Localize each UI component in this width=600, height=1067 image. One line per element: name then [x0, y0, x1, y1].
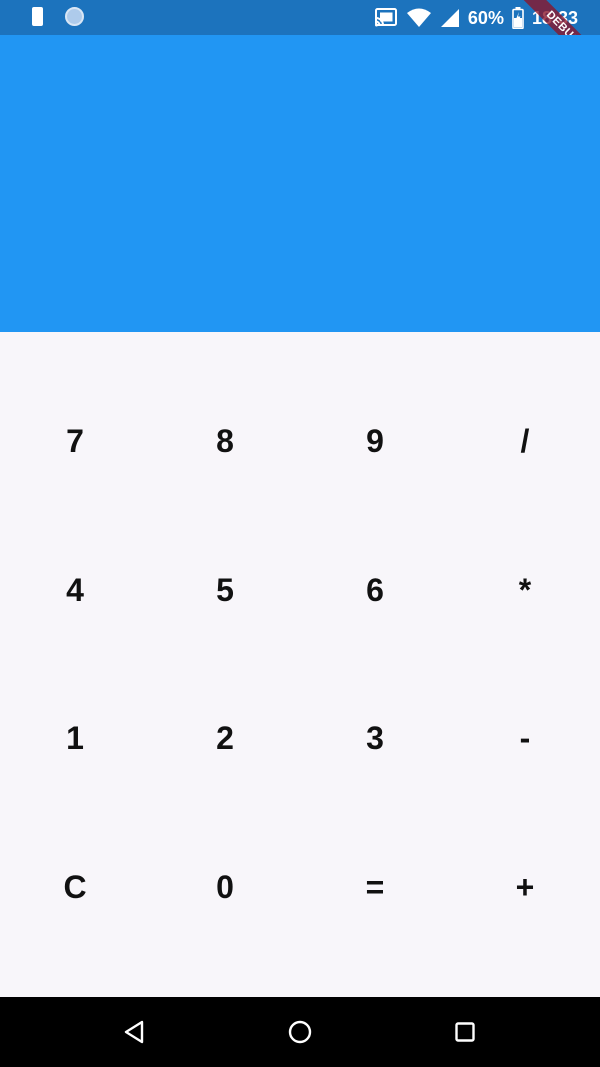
battery-charging-icon	[512, 7, 524, 29]
digit-0-button[interactable]: 0	[150, 813, 300, 962]
clock: 18:33	[531, 8, 578, 28]
status-bar-system: 60% 18:33	[374, 6, 578, 30]
home-icon[interactable]	[285, 1017, 315, 1047]
digit-3-button[interactable]: 3	[300, 665, 450, 814]
digit-7-button[interactable]: 7	[0, 368, 150, 517]
digit-8-button[interactable]: 8	[150, 368, 300, 517]
digit-4-button[interactable]: 4	[0, 516, 150, 665]
digit-2-button[interactable]: 2	[150, 665, 300, 814]
keypad: 7 8 9/ 4 5 6 * 1 2 3- C 0 = +	[0, 332, 600, 997]
add-button[interactable]: +	[450, 813, 600, 962]
back-icon[interactable]	[119, 1017, 149, 1047]
navigation-bar	[0, 997, 600, 1067]
multiply-button[interactable]: *	[450, 516, 600, 665]
digit-5-button[interactable]: 5	[150, 516, 300, 665]
clear-button[interactable]: C	[0, 813, 150, 962]
subtract-button[interactable]: -	[450, 665, 600, 814]
wifi-icon	[406, 8, 431, 27]
digit-1-button[interactable]: 1	[0, 665, 150, 814]
cell-signal-icon	[440, 9, 459, 27]
battery-percent: 60%	[467, 8, 504, 28]
digit-6-button[interactable]: 6	[300, 516, 450, 665]
status-bar: 60% 18:33	[0, 0, 600, 35]
calculator-display	[0, 35, 600, 332]
sim-card-icon	[32, 7, 43, 26]
circle-notification-icon	[65, 7, 84, 26]
digit-9-button[interactable]: 9	[300, 368, 450, 517]
equals-button[interactable]: =	[300, 813, 450, 962]
recents-icon[interactable]	[450, 1017, 480, 1047]
divide-button[interactable]: /	[450, 368, 600, 517]
cast-icon	[374, 8, 397, 27]
status-bar-notifications	[32, 7, 84, 26]
